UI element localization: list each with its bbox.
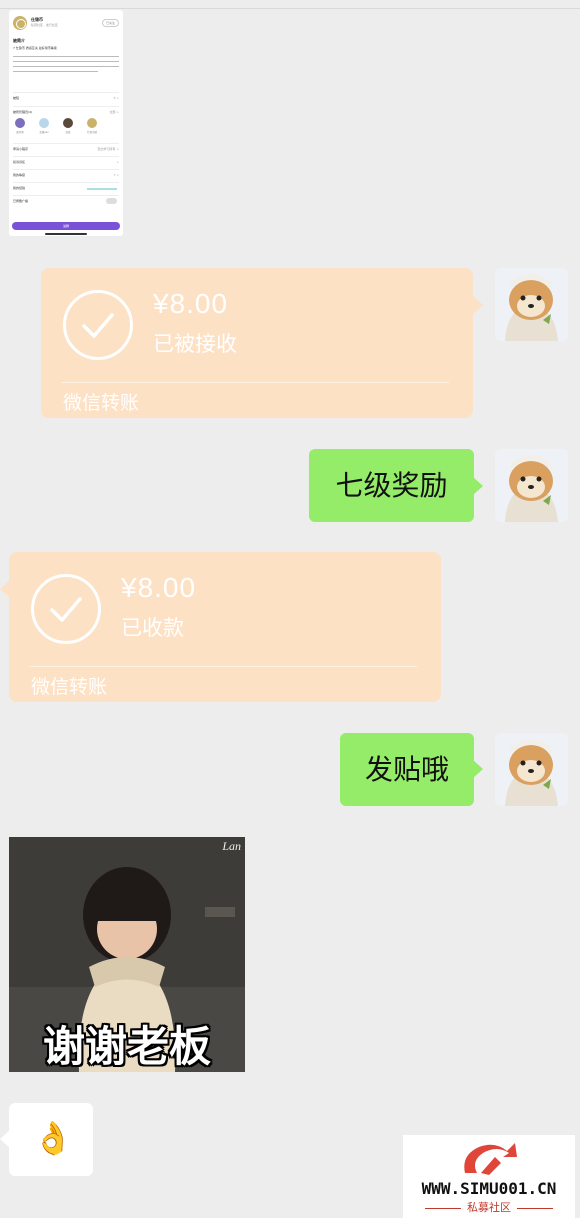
site-watermark: WWW.SIMU001.CN 私募社区 xyxy=(403,1135,575,1218)
text-bubble-sent[interactable]: 发贴哦 xyxy=(340,733,474,806)
transfer-status: 已收款 xyxy=(121,616,184,640)
transfer-bubble-received[interactable]: ¥8.00 已收款 微信转账 xyxy=(9,552,441,702)
transfer-brand-label: 微信转账 xyxy=(31,676,108,698)
screenshot-row: 被所管理员(4) 全部 > xyxy=(13,106,119,118)
admin-name: 墨灯风 xyxy=(16,131,24,134)
screenshot-intro-sub: 7 仕锦币 质感互关 最好用币等级 xyxy=(13,46,57,50)
admin-name: 仕锦币精 xyxy=(86,131,97,134)
bubble-tail xyxy=(473,760,483,778)
sticker-watermark: Lan xyxy=(222,839,241,853)
screenshot-row: 已佩戴广播 xyxy=(13,195,119,207)
screenshot-row: 被短 5 > xyxy=(13,92,119,104)
transfer-divider xyxy=(29,666,417,667)
text-bubble-sent[interactable]: 七级奖励 xyxy=(309,449,474,522)
avatar[interactable] xyxy=(495,733,568,806)
screenshot-join-button: 进群 xyxy=(12,222,120,230)
check-circle-icon xyxy=(31,574,101,644)
top-divider xyxy=(0,8,580,9)
transfer-amount: ¥8.00 xyxy=(153,288,229,319)
screenshot-intro-paragraph xyxy=(13,53,119,76)
avatar xyxy=(15,118,25,128)
screenshot-row: 我的等级 7 > xyxy=(13,169,119,181)
ok-hand-emoji: 👌 xyxy=(33,1119,73,1157)
avatar xyxy=(39,118,49,128)
screenshot-row: 投诉诉任 > xyxy=(13,156,119,168)
screenshot-follow-tag: 已关注 xyxy=(101,19,119,27)
bubble-tail xyxy=(473,477,483,495)
watermark-cn: 私募社区 xyxy=(403,1199,575,1215)
bubble-tail xyxy=(473,296,483,314)
avatar[interactable] xyxy=(495,449,568,522)
check-circle-icon xyxy=(63,290,133,360)
transfer-divider xyxy=(61,382,449,383)
sticker-image[interactable]: Lan 谢谢老板 xyxy=(9,837,245,1072)
broadcast-toggle xyxy=(106,198,117,204)
app-logo-icon xyxy=(13,16,27,30)
transfer-status: 已被接收 xyxy=(153,332,237,356)
admin-name: 女雅seo xyxy=(39,131,49,134)
avatar xyxy=(87,118,97,128)
screenshot-row: 我的经验 xyxy=(13,182,119,194)
shared-screenshot-image[interactable]: 仕锦币 私募社区 · 发行社区 已关注 被简介 7 仕锦币 质感互关 最好用币等… xyxy=(9,10,123,236)
admin-name: 奕真 xyxy=(65,131,71,134)
transfer-brand-label: 微信转账 xyxy=(63,392,140,414)
emoji-bubble[interactable]: 👌 xyxy=(9,1103,93,1176)
avatar xyxy=(63,118,73,128)
home-indicator xyxy=(45,233,87,235)
avatar[interactable] xyxy=(495,268,568,341)
screenshot-app-sub: 私募社区 · 发行社区 xyxy=(31,23,58,27)
watermark-site: WWW.SIMU001.CN xyxy=(421,1179,557,1198)
screenshot-row: 申请小程序 查出学习所有 > xyxy=(13,143,119,155)
transfer-bubble-sent[interactable]: ¥8.00 已被接收 微信转账 xyxy=(41,268,473,418)
screenshot-intro-heading: 被简介 xyxy=(13,38,25,43)
exp-progress-bar xyxy=(87,188,117,190)
watermark-logo-icon xyxy=(464,1143,517,1175)
transfer-amount: ¥8.00 xyxy=(121,572,197,603)
sticker-caption: 谢谢老板 xyxy=(42,1022,211,1071)
